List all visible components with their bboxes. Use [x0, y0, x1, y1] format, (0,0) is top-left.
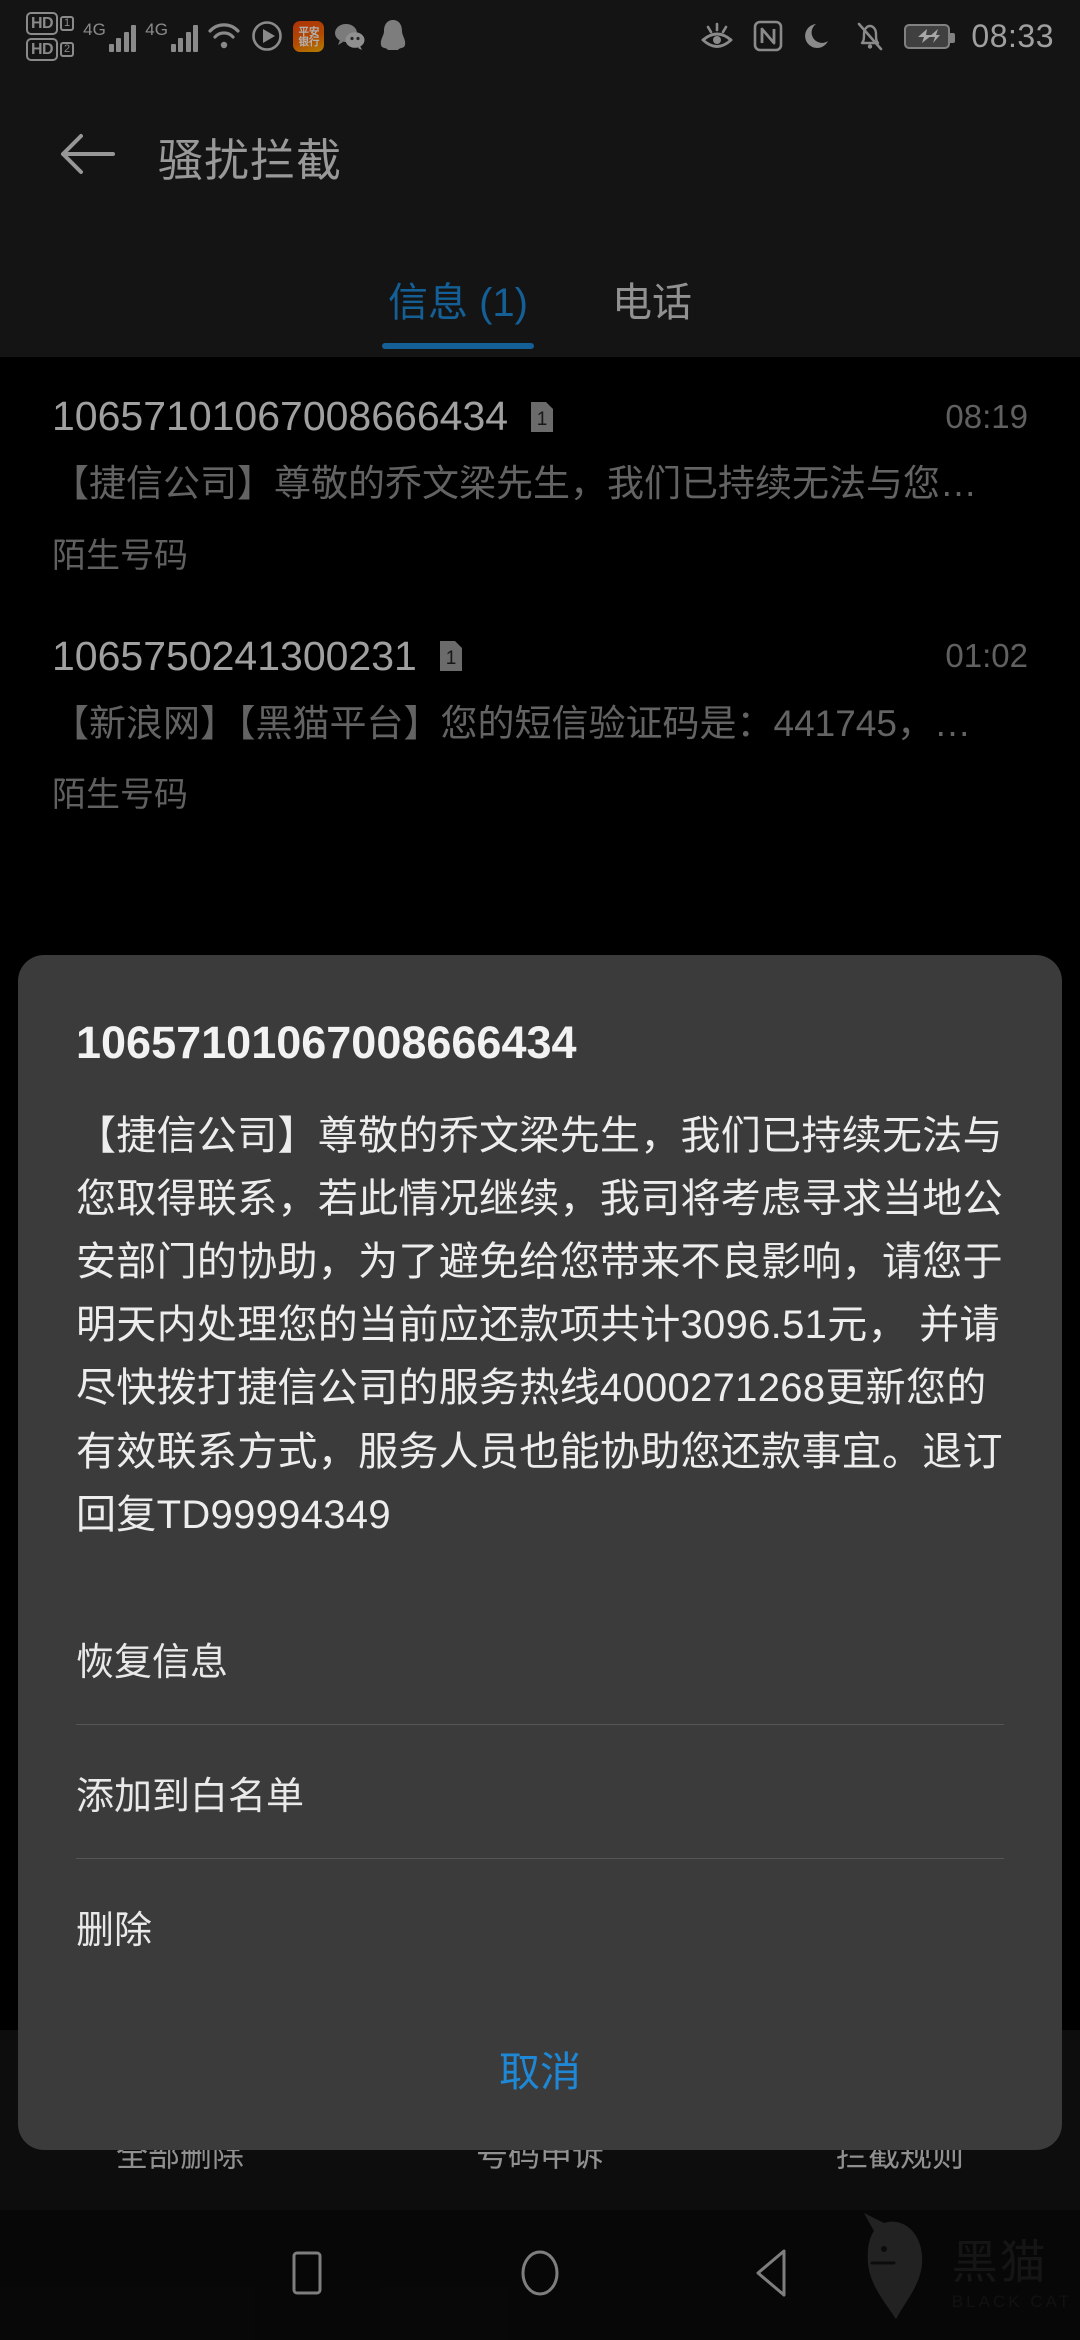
- cancel-button[interactable]: 取消: [18, 1992, 1062, 2150]
- dialog-message-body: 【捷信公司】尊敬的乔文梁先生，我们已持续无法与您取得联系，若此情况继续，我司将考…: [76, 1113, 1003, 1537]
- delete-action[interactable]: 删除: [76, 1859, 1004, 1992]
- dialog-action-list: 恢复信息 添加到白名单 删除: [18, 1591, 1062, 1992]
- message-detail-sheet: 10657101067008666434 【捷信公司】尊敬的乔文梁先生，我们已持…: [18, 954, 1062, 2150]
- phone-screen: HD 1 HD 2 4G 4G 平安 银行 08:33 骚扰拦截 信息 (1) …: [0, 0, 1080, 2340]
- dialog-title: 10657101067008666434: [76, 1016, 577, 1068]
- restore-message-action[interactable]: 恢复信息: [76, 1591, 1004, 1725]
- add-to-whitelist-action[interactable]: 添加到白名单: [76, 1725, 1004, 1859]
